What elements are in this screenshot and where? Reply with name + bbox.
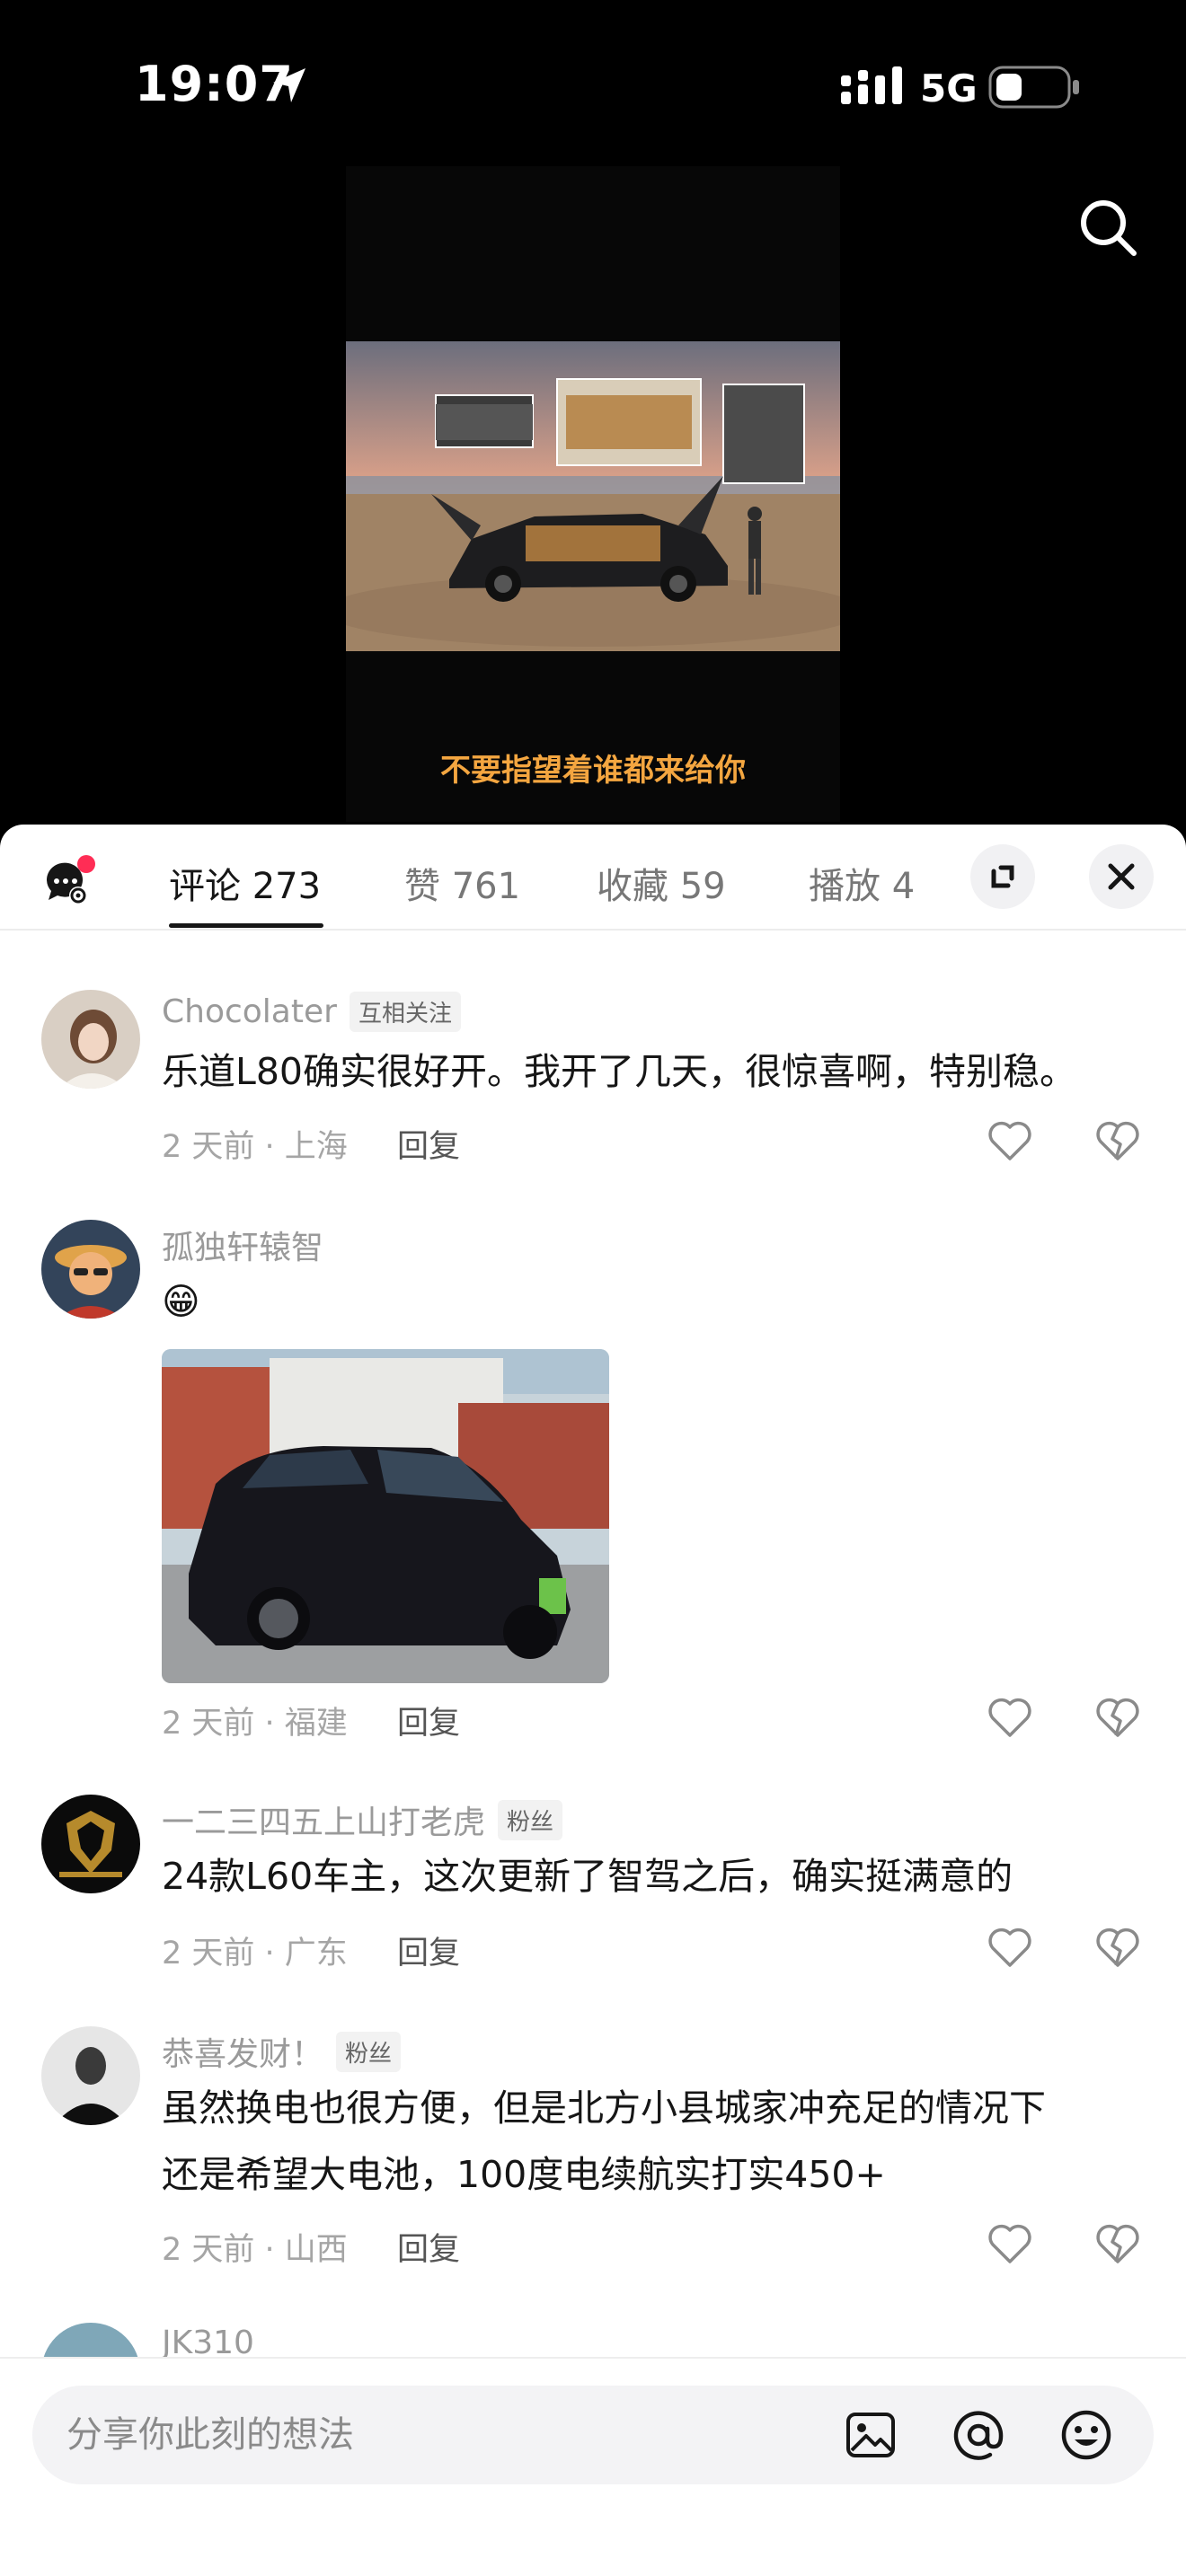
active-tab-indicator xyxy=(169,923,323,928)
emoji-icon[interactable] xyxy=(1058,2407,1114,2463)
comment-meta: 2 天前 · 山西 xyxy=(162,2232,348,2268)
fan-badge: 粉丝 xyxy=(336,2031,402,2072)
comment-input[interactable] xyxy=(66,2386,785,2484)
dislike-broken-heart-icon[interactable] xyxy=(1094,1926,1141,1969)
like-heart-icon[interactable] xyxy=(987,2222,1033,2265)
username[interactable]: 孤独轩辕智 xyxy=(162,1222,323,1268)
comment-text-line: 还是希望大电池，100度电续航实打实450+ xyxy=(162,2153,886,2196)
fan-badge: 粉丝 xyxy=(498,1799,563,1840)
mention-icon[interactable] xyxy=(951,2407,1006,2463)
comment-input-bar xyxy=(0,2357,1186,2576)
comment-sheet: 评论 273 赞 761 收藏 59 播放 4 Chocolater 互相关注 … xyxy=(0,825,1186,2576)
location-arrow-icon xyxy=(273,68,305,102)
reply-button[interactable]: 回复 xyxy=(397,1698,460,1743)
comment-username-row: 一二三四五上山打老虎 粉丝 xyxy=(162,1796,563,1843)
comment-username-row: JK310 xyxy=(162,2325,254,2361)
dislike-broken-heart-icon[interactable] xyxy=(1094,1696,1141,1739)
search-icon xyxy=(1081,200,1137,256)
comment-text: 24款L60车主，这次更新了智驾之后，确实挺满意的 xyxy=(162,1855,1013,1898)
reply-button[interactable]: 回复 xyxy=(397,2224,460,2270)
image-picker-icon[interactable] xyxy=(843,2407,898,2463)
username[interactable]: JK310 xyxy=(162,2325,254,2361)
dislike-broken-heart-icon[interactable] xyxy=(1094,2222,1141,2265)
video-subtitle: 不要指望着谁都来给你 xyxy=(440,753,746,789)
reply-button[interactable]: 回复 xyxy=(397,1121,460,1167)
status-time: 19:07 xyxy=(135,56,294,112)
video-frame-image xyxy=(346,341,840,651)
expand-button[interactable] xyxy=(970,844,1035,909)
tab-plays[interactable]: 播放 4 xyxy=(809,857,915,909)
comment-text-line: 虽然换电也很方便，但是北方小县城家冲充足的情况下 xyxy=(162,2086,1046,2130)
comment-username-row: 恭喜发财！ 粉丝 xyxy=(162,2028,402,2075)
like-heart-icon[interactable] xyxy=(987,1926,1033,1969)
comment-username-row: Chocolater 互相关注 xyxy=(162,992,461,1032)
chat-settings-icon xyxy=(46,855,95,904)
search-button[interactable] xyxy=(1075,194,1143,262)
comment-input-container[interactable] xyxy=(32,2386,1154,2484)
cellular-signal-icon xyxy=(841,66,902,104)
comment-meta: 2 天前 · 广东 xyxy=(162,1936,348,1972)
tabs-bar: 评论 273 赞 761 收藏 59 播放 4 xyxy=(0,825,1186,931)
username[interactable]: 一二三四五上山打老虎 xyxy=(162,1796,485,1843)
expand-icon xyxy=(991,865,1014,888)
comment-meta: 2 天前 · 上海 xyxy=(162,1129,348,1165)
tab-favorites[interactable]: 收藏 59 xyxy=(597,857,726,909)
avatar[interactable] xyxy=(41,990,140,1089)
like-heart-icon[interactable] xyxy=(987,1696,1033,1739)
username[interactable]: Chocolater xyxy=(162,993,337,1030)
comment-text: 乐道L80确实很好开。我开了几天，很惊喜啊，特别稳。 xyxy=(162,1050,1077,1093)
tab-comments[interactable]: 评论 273 xyxy=(169,857,321,909)
close-button[interactable] xyxy=(1089,844,1154,909)
comment-image[interactable] xyxy=(162,1349,609,1683)
avatar[interactable] xyxy=(41,1220,140,1319)
comment-username-row: 孤独轩辕智 xyxy=(162,1222,323,1268)
username[interactable]: 恭喜发财！ xyxy=(162,2028,323,2075)
message-settings-button[interactable] xyxy=(41,855,95,909)
close-icon xyxy=(1108,863,1135,890)
avatar[interactable] xyxy=(41,2026,140,2125)
network-type: 5G xyxy=(920,66,978,110)
comment-meta: 2 天前 · 福建 xyxy=(162,1706,348,1742)
relation-badge: 互相关注 xyxy=(349,992,461,1032)
tab-likes[interactable]: 赞 761 xyxy=(404,857,520,909)
battery-icon xyxy=(988,66,1079,109)
dislike-broken-heart-icon[interactable] xyxy=(1094,1119,1141,1162)
comment-text: 😁 xyxy=(162,1280,200,1323)
avatar[interactable] xyxy=(41,1795,140,1893)
status-bar: 19:07 5G xyxy=(0,0,1186,171)
reply-button[interactable]: 回复 xyxy=(397,1928,460,1973)
like-heart-icon[interactable] xyxy=(987,1119,1033,1162)
